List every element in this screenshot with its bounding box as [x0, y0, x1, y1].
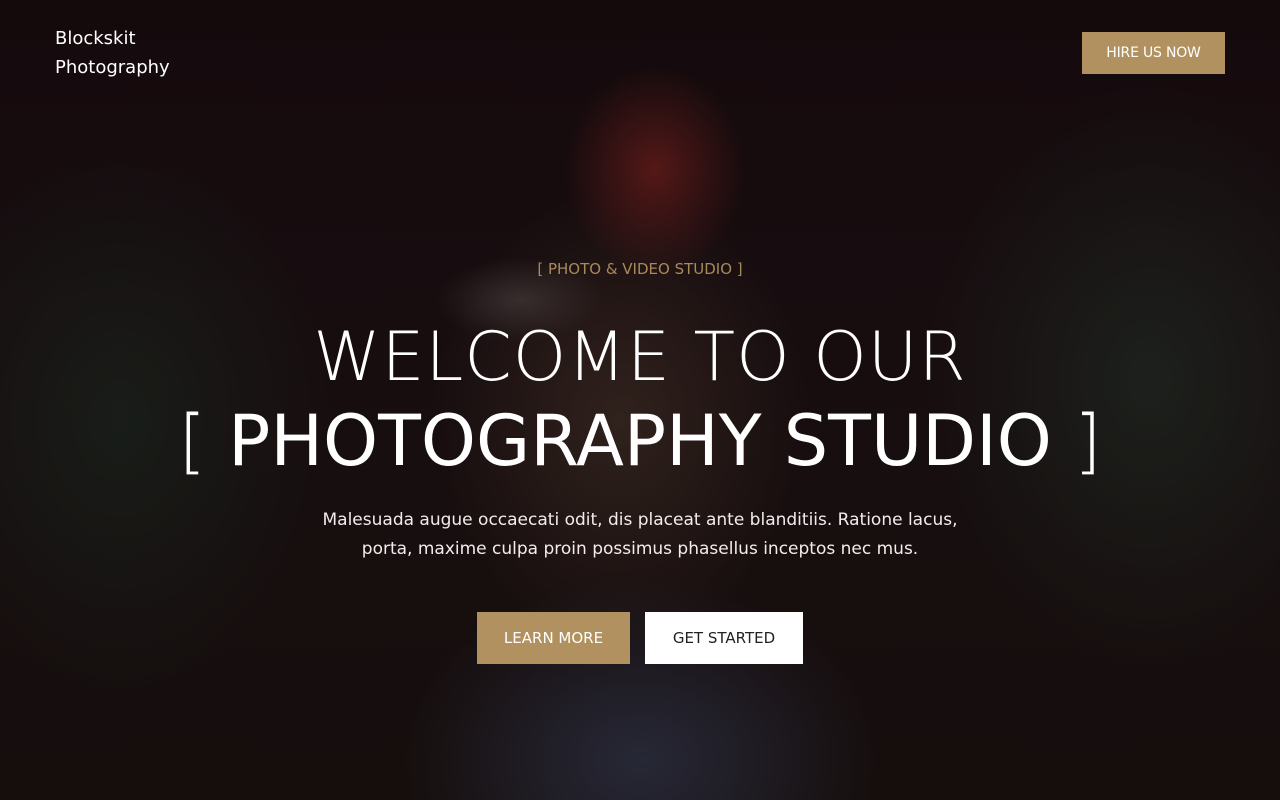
brand-line-1: Blockskit — [55, 28, 136, 49]
learn-more-button[interactable]: LEARN MORE — [477, 612, 630, 664]
hero-description: Malesuada augue occaecati odit, dis plac… — [300, 506, 980, 564]
hero-title-line-2: [ PHOTOGRAPHY STUDIO ] — [0, 400, 1280, 482]
title-main-text: PHOTOGRAPHY STUDIO — [228, 400, 1052, 482]
hero-description-line-2: porta, maxime culpa proin possimus phase… — [361, 539, 919, 559]
hero-description-line-1: Malesuada augue occaecati odit, dis plac… — [322, 510, 958, 530]
hero-title-line-1: WELCOME TO OUR — [313, 318, 967, 397]
brand-line-2: Photography — [55, 57, 170, 78]
get-started-button[interactable]: GET STARTED — [645, 612, 803, 664]
hire-us-button[interactable]: HIRE US NOW — [1082, 32, 1225, 74]
title-close-bracket: ] — [1074, 400, 1102, 482]
site-logo[interactable]: Blockskit Photography — [55, 24, 205, 82]
hero-subtitle: [ PHOTO & VIDEO STUDIO ] — [537, 260, 743, 278]
title-open-bracket: [ — [178, 400, 206, 482]
